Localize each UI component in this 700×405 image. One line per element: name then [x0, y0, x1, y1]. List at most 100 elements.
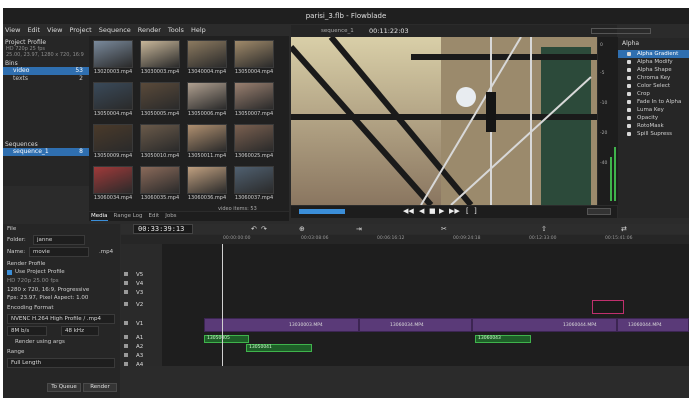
lift-icon[interactable]: ⇧ — [541, 225, 547, 233]
clip-v1[interactable]: 13030003.MP4 — [204, 318, 359, 332]
lock-icon[interactable] — [124, 290, 128, 294]
media-thumbnail[interactable]: 13030003.mp4 — [140, 40, 180, 78]
tab-edit[interactable]: Edit — [149, 212, 160, 221]
mark-out-icon[interactable]: ] — [474, 207, 477, 215]
stop-icon[interactable]: ■ — [429, 207, 436, 215]
lock-icon[interactable] — [124, 302, 128, 306]
lock-icon[interactable] — [124, 321, 128, 325]
media-thumbnail[interactable]: 13020003.mp4 — [93, 40, 133, 78]
range-select[interactable]: Full Length — [7, 358, 115, 368]
media-thumbnail[interactable]: 13060036.mp4 — [187, 166, 227, 204]
menu-help[interactable]: Help — [191, 24, 206, 36]
ruler-label: 00:09:24:18 — [453, 236, 481, 241]
timeline-toolbar: 00:33:39:13 ↶ ↷ ⊕ ⇥ ✂ ⇧ ⇄ — [121, 224, 689, 234]
menu-view-2[interactable]: View — [47, 24, 62, 36]
bin-video[interactable]: video 53 — [3, 67, 89, 75]
insert-icon[interactable]: ⇥ — [356, 225, 362, 233]
timeline-tracks[interactable]: 13030003.MP4 13060034.MP4 13060044.MP4 1… — [162, 244, 689, 366]
timeline-ruler[interactable]: 00:00:00:00 00:03:08:06 00:06:16:12 00:0… — [121, 235, 689, 244]
bitrate-select[interactable]: 8M b/s — [7, 326, 47, 336]
media-thumbnail[interactable]: 13060025.mp4 — [234, 124, 274, 162]
menu-project[interactable]: Project — [69, 24, 91, 36]
audio-rate-select[interactable]: 48 kHz — [61, 326, 99, 336]
clip-v1[interactable]: 13060044.MP4 — [617, 318, 689, 332]
lock-icon[interactable] — [124, 362, 128, 366]
lock-icon[interactable] — [124, 272, 128, 276]
position-bar[interactable] — [299, 209, 345, 214]
sync-icon[interactable]: ⇄ — [621, 225, 627, 233]
effect-item[interactable]: Crop — [618, 90, 689, 98]
tab-range-log[interactable]: Range Log — [114, 212, 143, 221]
effect-item[interactable]: Alpha Gradient — [618, 50, 689, 58]
menu-tools[interactable]: Tools — [168, 24, 184, 36]
thumbnail-label: 13060025.mp4 — [234, 153, 274, 159]
lock-icon[interactable] — [124, 281, 128, 285]
effect-item[interactable]: Spill Supress — [618, 130, 689, 138]
audio-clip-a1[interactable]: 13050005 — [204, 335, 249, 343]
viewer-sequence-label: sequence_1 — [321, 28, 354, 34]
media-thumbnail[interactable]: 13050005.mp4 — [140, 82, 180, 120]
to-queue-button[interactable]: To Queue — [47, 383, 81, 392]
media-thumbnail[interactable]: 13050006.mp4 — [187, 82, 227, 120]
media-thumbnail[interactable]: 13060034.mp4 — [93, 166, 133, 204]
use-project-profile-checkbox[interactable] — [7, 270, 12, 275]
audio-clip-a2[interactable]: 13050041 — [246, 344, 312, 352]
bin-texts[interactable]: texts 2 — [3, 75, 89, 83]
name-input[interactable]: movie — [29, 247, 89, 257]
zoom-icon[interactable]: ⊕ — [299, 225, 305, 233]
lock-icon[interactable] — [124, 344, 128, 348]
media-thumbnail[interactable]: 13050011.mp4 — [187, 124, 227, 162]
bin-count: 2 — [79, 75, 83, 82]
effect-item[interactable]: Fade In to Alpha — [618, 98, 689, 106]
playhead[interactable] — [222, 244, 223, 366]
undo-icon[interactable]: ↶ — [251, 225, 257, 233]
ruler-label: 00:06:16:12 — [377, 236, 405, 241]
effect-item[interactable]: RotoMask — [618, 122, 689, 130]
media-thumbnail[interactable]: 13050010.mp4 — [140, 124, 180, 162]
clip-v1[interactable]: 13060044.MP4 — [472, 318, 617, 332]
effect-item[interactable]: Chroma Key — [618, 74, 689, 82]
sequence-item[interactable]: sequence_1 8 — [3, 148, 89, 156]
encoding-select[interactable]: NVENC H.264 High Profile / .mp4 — [7, 314, 115, 324]
zoom-slider[interactable] — [591, 28, 651, 34]
split-icon[interactable]: ✂ — [441, 225, 447, 233]
lock-icon[interactable] — [124, 353, 128, 357]
prev-frame-icon[interactable]: ◀◀ — [403, 207, 414, 215]
prev-icon[interactable]: ◀ — [419, 207, 424, 215]
effects-category[interactable]: Alpha — [620, 40, 689, 47]
media-thumbnail[interactable]: 13050004.mp4 — [93, 82, 133, 120]
menu-sequence[interactable]: Sequence — [99, 24, 131, 36]
menu-render[interactable]: Render — [138, 24, 161, 36]
effect-item[interactable]: Alpha Modify — [618, 58, 689, 66]
audio-clip-a1[interactable]: 13060043 — [475, 335, 531, 343]
redo-icon[interactable]: ↷ — [261, 225, 267, 233]
viewer-mode-toggle[interactable] — [587, 208, 611, 215]
media-thumbnail[interactable]: 13050009.mp4 — [93, 124, 133, 162]
menu-view[interactable]: View — [5, 24, 20, 36]
media-thumbnail[interactable]: 13050004.mp4 — [234, 40, 274, 78]
track-label: V2 — [136, 302, 144, 308]
effect-item[interactable]: Alpha Shape — [618, 66, 689, 74]
menu-edit[interactable]: Edit — [27, 24, 40, 36]
effect-item[interactable]: Luma Key — [618, 106, 689, 114]
folder-select[interactable]: janne — [33, 235, 85, 245]
effect-item[interactable]: Opacity — [618, 114, 689, 122]
clip-v1[interactable]: 13060034.MP4 — [359, 318, 472, 332]
render-button[interactable]: Render — [83, 383, 117, 392]
track-label: V4 — [136, 281, 144, 287]
tab-jobs[interactable]: Jobs — [165, 212, 176, 221]
play-icon[interactable]: ▶ — [439, 207, 444, 215]
next-frame-icon[interactable]: ▶▶ — [449, 207, 460, 215]
bins-header: Bins — [5, 60, 18, 67]
lock-icon[interactable] — [124, 335, 128, 339]
effect-label: Color Select — [637, 83, 671, 89]
video-viewer[interactable] — [291, 37, 597, 205]
clip-v2[interactable] — [592, 300, 624, 314]
tab-media[interactable]: Media — [91, 212, 108, 221]
effect-item[interactable]: Color Select — [618, 82, 689, 90]
mark-in-icon[interactable]: [ — [466, 207, 469, 215]
media-thumbnail[interactable]: 13060035.mp4 — [140, 166, 180, 204]
media-thumbnail[interactable]: 13060037.mp4 — [234, 166, 274, 204]
media-thumbnail[interactable]: 13050007.mp4 — [234, 82, 274, 120]
media-thumbnail[interactable]: 13040004.mp4 — [187, 40, 227, 78]
